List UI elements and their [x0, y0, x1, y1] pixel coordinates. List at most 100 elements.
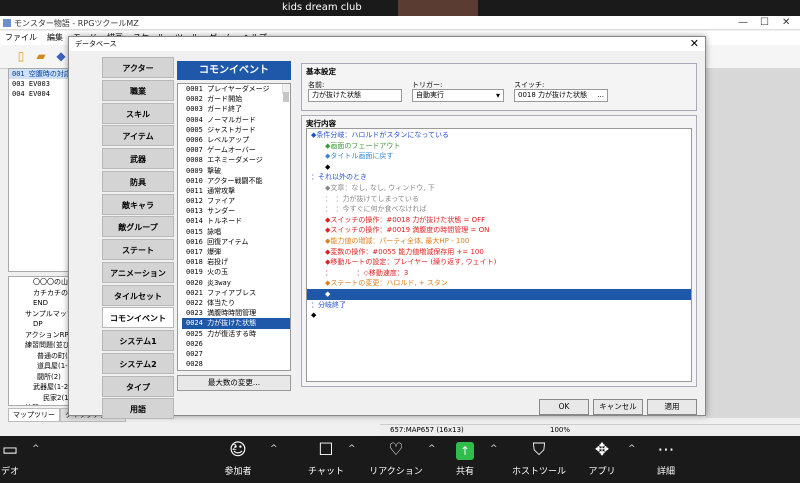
- chevron-up-icon[interactable]: ^: [32, 444, 40, 454]
- common-event-item[interactable]: 0016 回復アイテム: [182, 237, 290, 247]
- db-tab[interactable]: 職業: [102, 79, 174, 101]
- db-tab[interactable]: タイプ: [102, 375, 174, 397]
- video-button[interactable]: ▭ デオ: [0, 440, 22, 477]
- minimize-icon[interactable]: —: [738, 17, 748, 28]
- chat-button[interactable]: ☐ チャット: [304, 440, 348, 477]
- common-event-item[interactable]: 0005 ジャストガード: [182, 125, 290, 135]
- menu-file[interactable]: ファイル: [0, 31, 42, 44]
- event-command-row[interactable]: ◆ステートの変更：ハロルド, + スタン: [307, 278, 691, 289]
- common-event-item[interactable]: 0017 爆弾: [182, 247, 290, 257]
- event-command-row[interactable]: ： ：今すぐに何か食べなければ: [307, 204, 691, 215]
- more-button[interactable]: ⋯ 詳細: [650, 440, 682, 477]
- common-event-item[interactable]: 0007 ゲームオーバー: [182, 145, 290, 155]
- common-event-item[interactable]: 0013 サンダー: [182, 206, 290, 216]
- save-icon[interactable]: ◆: [54, 49, 68, 63]
- common-event-item[interactable]: 0010 アクター戦闘不能: [182, 176, 290, 186]
- common-event-item[interactable]: 0009 撃破: [182, 166, 290, 176]
- event-command-row[interactable]: ◆能力値の増減：パーティ全体, 最大HP - 100: [307, 236, 691, 247]
- db-tab[interactable]: タイルセット: [102, 284, 174, 306]
- common-event-item[interactable]: 0004 ノーマルガード: [182, 115, 290, 125]
- common-event-item[interactable]: 0014 トルネード: [182, 216, 290, 226]
- db-tab[interactable]: 敵グループ: [102, 216, 174, 238]
- common-event-item[interactable]: 0008 エネミーダメージ: [182, 155, 290, 165]
- event-command-row[interactable]: ： ：力が抜けてしまっている: [307, 194, 691, 205]
- apps-button[interactable]: ✥ アプリ: [586, 440, 618, 477]
- common-event-item[interactable]: 0001 プレイヤーダメージ: [182, 84, 290, 94]
- event-command-row[interactable]: ◆条件分岐：ハロルドがスタンになっている: [307, 130, 691, 141]
- chevron-up-icon[interactable]: ^: [270, 444, 278, 454]
- event-command-row[interactable]: ：それ以外のとき: [307, 172, 691, 183]
- switch-field[interactable]: 0018 力が抜けた状態 ...: [514, 89, 608, 102]
- participants-button[interactable]: ☺ 2 参加者: [218, 440, 258, 477]
- apply-button[interactable]: 適用: [647, 399, 697, 415]
- event-command-row[interactable]: ◆: [307, 162, 691, 173]
- scrollbar[interactable]: [282, 84, 290, 103]
- db-tab[interactable]: ステート: [102, 239, 174, 260]
- change-max-button[interactable]: 最大数の変更...: [177, 375, 291, 391]
- new-project-icon[interactable]: ▯: [14, 49, 28, 63]
- db-tab[interactable]: アクター: [102, 57, 174, 78]
- common-event-item[interactable]: 0025 力が復活する時: [182, 329, 290, 339]
- db-tab[interactable]: アイテム: [102, 125, 174, 147]
- close-icon[interactable]: ✕: [782, 17, 790, 28]
- host-tools-button[interactable]: ⛉ ホストツール: [506, 440, 572, 477]
- db-tab[interactable]: システム1: [102, 330, 174, 351]
- common-event-item[interactable]: 0021 ファイアブレス: [182, 288, 290, 298]
- event-command-row[interactable]: ◆スイッチの操作：#0018 力が抜けた状態 = OFF: [307, 215, 691, 226]
- common-event-item[interactable]: 0024 力が抜けた状態: [182, 318, 290, 329]
- common-event-item[interactable]: 0018 岩投げ: [182, 257, 290, 267]
- common-event-item[interactable]: 0022 体当たり: [182, 298, 290, 308]
- common-event-item[interactable]: 0020 炎3way: [182, 278, 290, 288]
- event-command-row[interactable]: ◆: [307, 289, 691, 300]
- event-command-row[interactable]: ：分岐終了: [307, 300, 691, 311]
- event-command-row[interactable]: ◆タイトル画面に戻す: [307, 151, 691, 162]
- event-command-row[interactable]: ◆変数の操作：#0055 能力値増減保存用 += 100: [307, 247, 691, 258]
- event-command-row[interactable]: ◆移動ルートの設定：プレイヤー (繰り返す, ウェイト): [307, 257, 691, 268]
- participant-video-thumbnail[interactable]: [398, 0, 478, 16]
- tab-map-tree[interactable]: マップツリー: [8, 408, 60, 422]
- db-tab[interactable]: アニメーション: [102, 261, 174, 283]
- map-canvas[interactable]: [706, 68, 800, 418]
- db-tab[interactable]: 防具: [102, 170, 174, 192]
- reaction-button[interactable]: ♡ リアクション: [368, 440, 424, 477]
- event-command-row[interactable]: ◆: [307, 310, 691, 321]
- common-event-item[interactable]: 0002 ガード開始: [182, 94, 290, 104]
- common-event-item[interactable]: 0027: [182, 349, 290, 359]
- common-event-item[interactable]: 0006 レベルアップ: [182, 135, 290, 145]
- event-command-row[interactable]: ： ：◇移動速度：3: [307, 268, 691, 279]
- maximize-icon[interactable]: ☐: [760, 17, 769, 28]
- common-event-item[interactable]: 0019 火の玉: [182, 267, 290, 277]
- event-command-list[interactable]: ◆条件分岐：ハロルドがスタンになっている ◆画面のフェードアウト ◆タイトル画面に戻…: [306, 128, 692, 382]
- ok-button[interactable]: OK: [539, 399, 589, 415]
- common-event-item[interactable]: 0026: [182, 339, 290, 349]
- db-tab[interactable]: 敵キャラ: [102, 193, 174, 215]
- db-tab[interactable]: スキル: [102, 102, 174, 124]
- common-event-item[interactable]: 0003 ガード終了: [182, 104, 290, 114]
- name-field[interactable]: 力が抜けた状態: [308, 89, 402, 102]
- common-event-item[interactable]: 0012 ファイア: [182, 196, 290, 206]
- open-folder-icon[interactable]: ▰: [34, 49, 48, 63]
- db-tab[interactable]: コモンイベント: [102, 307, 174, 329]
- chevron-up-icon[interactable]: ^: [490, 444, 498, 454]
- event-command-row[interactable]: ◆画面のフェードアウト: [307, 141, 691, 152]
- scrollbar-thumb[interactable]: [283, 92, 289, 103]
- switch-picker-button[interactable]: ...: [597, 90, 604, 101]
- cancel-button[interactable]: キャンセル: [593, 399, 643, 415]
- event-command-row[interactable]: ◆スイッチの操作：#0019 満腹度の時間管理 = ON: [307, 225, 691, 236]
- chevron-up-icon[interactable]: ^: [348, 444, 356, 454]
- common-event-item[interactable]: 0028: [182, 359, 290, 369]
- menu-edit[interactable]: 編集: [42, 31, 68, 44]
- chevron-up-icon[interactable]: ^: [628, 444, 636, 454]
- common-event-item[interactable]: 0015 詠唱: [182, 227, 290, 237]
- db-tab[interactable]: システム2: [102, 352, 174, 374]
- trigger-select[interactable]: 自動実行: [412, 89, 504, 102]
- share-button[interactable]: ↑ 共有: [449, 440, 481, 477]
- common-event-item[interactable]: 0023 満腹時時間管理: [182, 308, 290, 318]
- chevron-up-icon[interactable]: ^: [428, 444, 436, 454]
- db-tab[interactable]: 武器: [102, 148, 174, 169]
- event-command-text: ◆能力値の増減：パーティ全体, 最大HP - 100: [325, 237, 470, 245]
- db-tab[interactable]: 用語: [102, 398, 174, 420]
- event-command-row[interactable]: ◆文章：なし, なし, ウィンドウ, 下: [307, 183, 691, 194]
- close-icon[interactable]: ✕: [690, 37, 699, 50]
- common-event-item[interactable]: 0011 通常攻撃: [182, 186, 290, 196]
